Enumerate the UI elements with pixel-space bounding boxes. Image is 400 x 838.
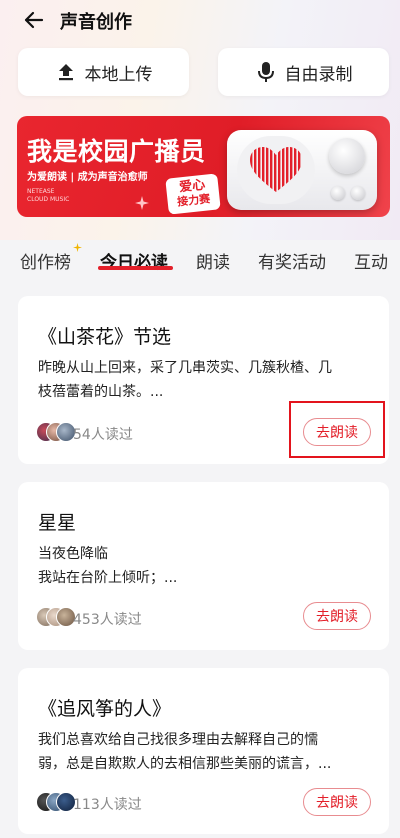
radio-knob — [329, 138, 365, 174]
category-tabs: 创作榜 今日必读 朗读 有奖活动 互动 — [0, 236, 400, 286]
radio-speaker — [237, 136, 315, 204]
read-count: 54人读过 — [73, 427, 133, 443]
reading-card[interactable]: 星星 当夜色降临 我站在台阶上倾听；... 453人读过 去朗读 — [18, 482, 389, 650]
brand-line-2: CLOUD MUSIC — [27, 196, 70, 203]
free-record-label: 自由录制 — [284, 64, 353, 85]
reader-avatars — [36, 422, 76, 442]
reader-avatars — [36, 792, 76, 812]
card-title: 《山茶花》节选 — [38, 326, 172, 348]
arrow-left-icon — [24, 11, 44, 29]
banner-badge: 爱心 接力赛 — [165, 173, 221, 215]
sparkle-icon — [73, 243, 82, 252]
upload-local-label: 本地上传 — [84, 64, 153, 85]
read-count: 113人读过 — [73, 797, 142, 813]
radio-button-left — [331, 186, 345, 200]
heart-icon — [250, 147, 301, 192]
banner-subtitle: 为爱朗读 | 成为声音治愈师 — [27, 172, 148, 183]
go-read-button[interactable]: 去朗读 — [303, 788, 371, 816]
banner-brand: NETEASE CLOUD MUSIC — [27, 188, 87, 204]
banner-title: 我是校园广播员 — [27, 137, 206, 166]
reading-card[interactable]: 《追风筝的人》 我们总喜欢给自己找很多理由去解释自己的懦 弱，总是自欺欺人的去相… — [18, 668, 389, 834]
brand-line-1: NETEASE — [27, 188, 55, 195]
card-excerpt: 当夜色降临 我站在台阶上倾听；... — [38, 542, 383, 590]
excerpt-line: 当夜色降临 — [38, 546, 108, 562]
sparkle-icon — [135, 196, 149, 210]
card-title: 《追风筝的人》 — [38, 698, 172, 720]
tab-reading[interactable]: 朗读 — [196, 248, 230, 273]
excerpt-line: 弱，总是自欺欺人的去相信那些美丽的谎言，... — [38, 756, 332, 772]
header-bar: 声音创作 — [0, 0, 400, 40]
microphone-icon — [255, 61, 277, 83]
free-record-button[interactable]: 自由录制 — [218, 48, 389, 96]
read-count: 453人读过 — [73, 612, 142, 628]
radio-illustration — [227, 130, 377, 210]
excerpt-line: 我们总喜欢给自己找很多理由去解释自己的懦 — [38, 732, 318, 748]
upload-arrow-icon — [55, 61, 77, 83]
card-excerpt: 我们总喜欢给自己找很多理由去解释自己的懦 弱，总是自欺欺人的去相信那些美丽的谎言… — [38, 728, 383, 776]
badge-line-2: 接力赛 — [176, 192, 211, 209]
tab-prize-activities[interactable]: 有奖活动 — [258, 248, 326, 273]
card-excerpt: 昨晚从山上回来，采了几串茨实、几簇秋楂、几 枝蓓蕾着的山茶。... — [38, 356, 383, 404]
card-title: 星星 — [38, 512, 77, 534]
active-tab-indicator — [98, 266, 173, 270]
campus-broadcaster-banner[interactable]: 我是校园广播员 为爱朗读 | 成为声音治愈师 NETEASE CLOUD MUS… — [17, 116, 390, 217]
upload-local-button[interactable]: 本地上传 — [18, 48, 189, 96]
tab-creation-chart[interactable]: 创作榜 — [20, 248, 71, 273]
radio-button-right — [351, 186, 365, 200]
go-read-button[interactable]: 去朗读 — [303, 602, 371, 630]
tab-interaction[interactable]: 互动 — [354, 248, 388, 273]
page-title: 声音创作 — [60, 12, 132, 33]
reader-avatars — [36, 607, 76, 627]
excerpt-line: 昨晚从山上回来，采了几串茨实、几簇秋楂、几 — [38, 360, 332, 376]
back-button[interactable] — [20, 6, 48, 34]
excerpt-line: 我站在台阶上倾听；... — [38, 570, 178, 586]
highlight-box — [289, 401, 385, 458]
